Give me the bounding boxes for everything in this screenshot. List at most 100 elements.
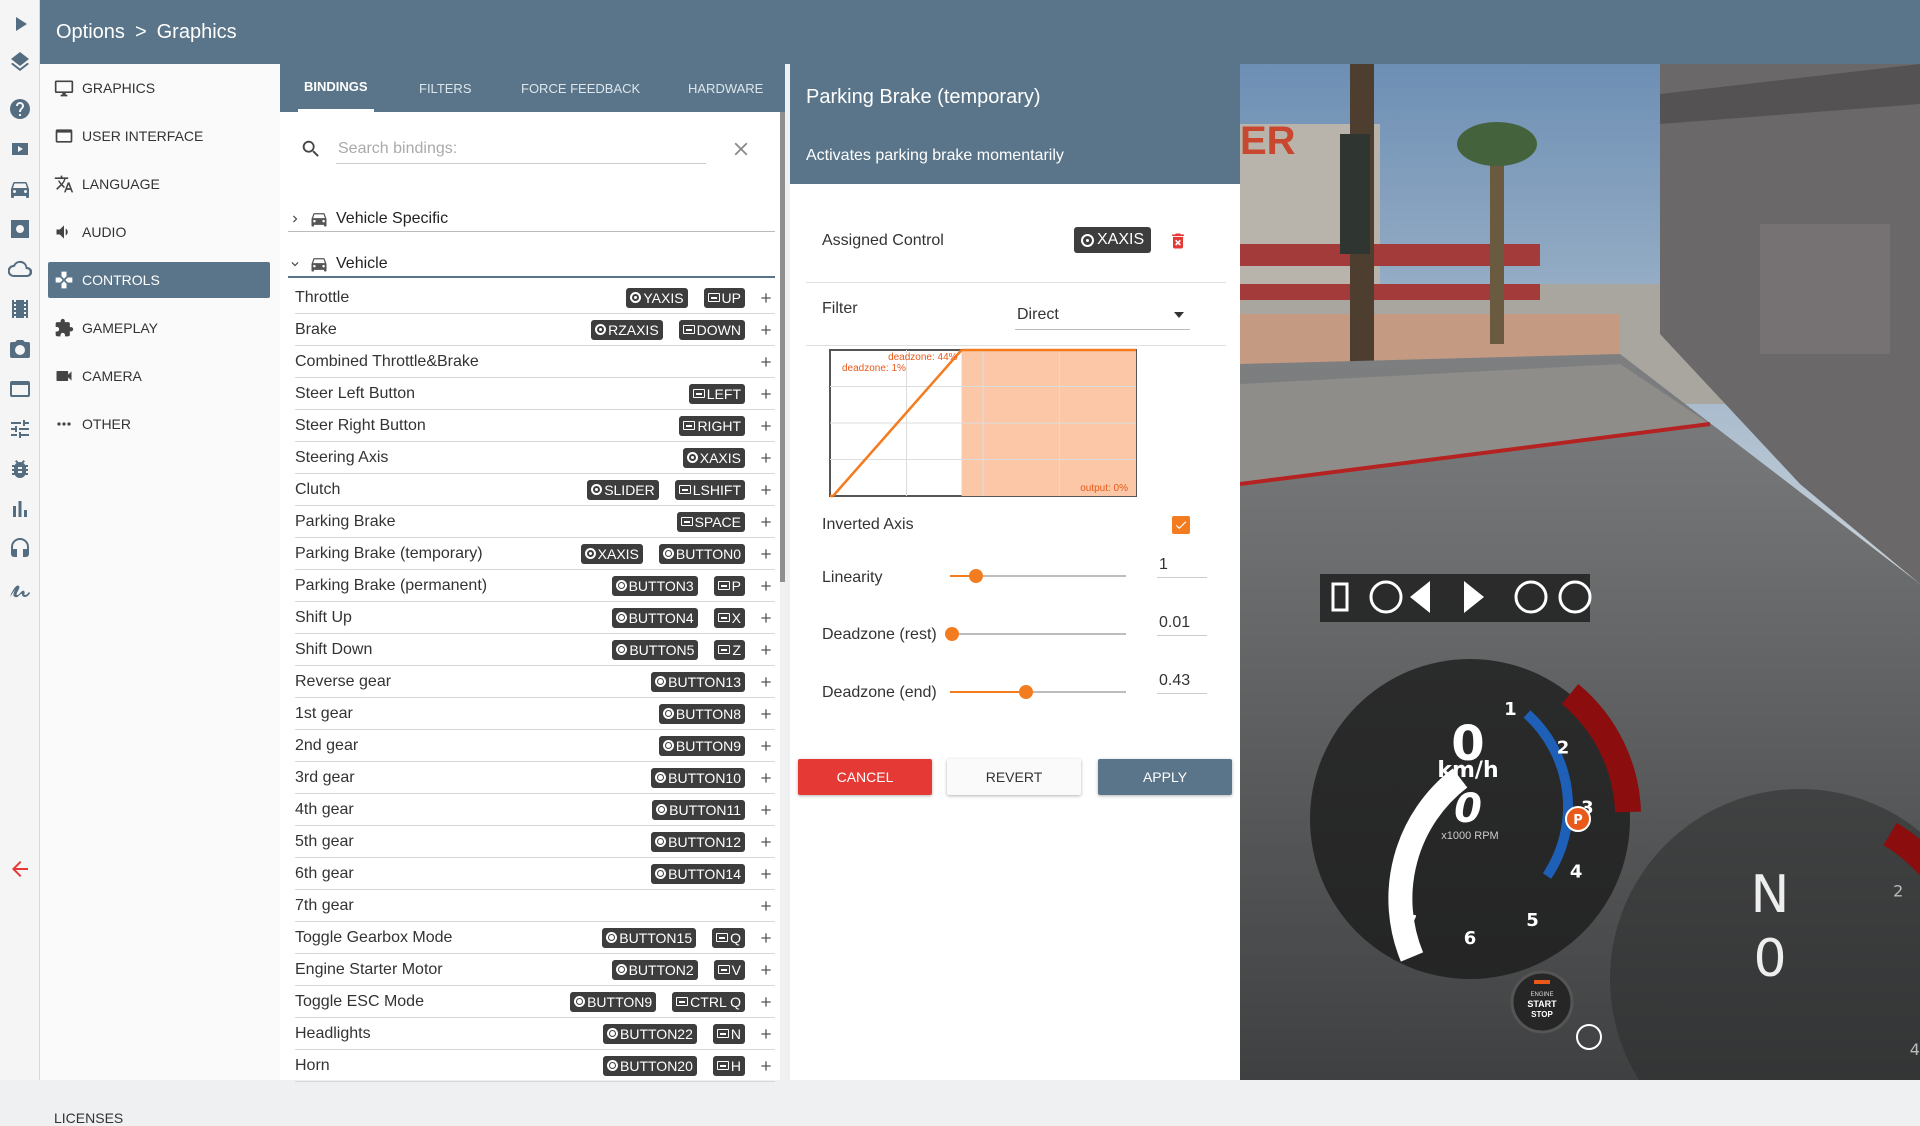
- binding-chip[interactable]: BUTTON12: [651, 831, 745, 852]
- add-binding-icon[interactable]: [757, 289, 775, 307]
- binding-row[interactable]: 7th gear: [295, 890, 775, 922]
- add-binding-icon[interactable]: [757, 417, 775, 435]
- deadzone-rest-slider[interactable]: [945, 624, 1126, 644]
- signature-icon[interactable]: [6, 575, 34, 603]
- filter-select[interactable]: Direct: [1015, 300, 1190, 330]
- add-binding-icon[interactable]: [757, 321, 775, 339]
- window-icon[interactable]: [6, 375, 34, 403]
- binding-row[interactable]: Steer Left Button LEFT: [295, 378, 775, 410]
- back-arrow-icon[interactable]: [6, 855, 34, 883]
- binding-row[interactable]: Parking Brake (permanent) BUTTON3 P: [295, 570, 775, 602]
- binding-row[interactable]: 3rd gear BUTTON10: [295, 762, 775, 794]
- binding-chip[interactable]: H: [712, 1055, 745, 1076]
- sliders-icon[interactable]: [6, 415, 34, 443]
- binding-chip[interactable]: BUTTON0: [658, 543, 745, 564]
- add-binding-icon[interactable]: [757, 577, 775, 595]
- tab-force-feedback[interactable]: FORCE FEEDBACK: [515, 64, 646, 112]
- binding-row[interactable]: 4th gear BUTTON11: [295, 794, 775, 826]
- binding-row[interactable]: 5th gear BUTTON12: [295, 826, 775, 858]
- deadzone-rest-value[interactable]: 0.01: [1157, 610, 1207, 636]
- binding-chip[interactable]: V: [713, 959, 745, 980]
- revert-button[interactable]: REVERT: [947, 759, 1081, 795]
- binding-row[interactable]: 6th gear BUTTON14: [295, 858, 775, 890]
- binding-row[interactable]: Engine Starter Motor BUTTON2 V: [295, 954, 775, 986]
- deadzone-end-value[interactable]: 0.43: [1157, 668, 1207, 694]
- binding-row[interactable]: Toggle ESC Mode BUTTON9 CTRL Q: [295, 986, 775, 1018]
- binding-chip[interactable]: BUTTON20: [603, 1055, 697, 1076]
- add-binding-icon[interactable]: [757, 545, 775, 563]
- binding-chip[interactable]: BUTTON4: [611, 607, 698, 628]
- binding-chip[interactable]: XAXIS: [580, 543, 643, 564]
- binding-row[interactable]: Clutch SLIDER LSHIFT: [295, 474, 775, 506]
- binding-chip[interactable]: BUTTON15: [602, 927, 697, 948]
- tab-filters[interactable]: FILTERS: [413, 64, 478, 112]
- add-binding-icon[interactable]: [757, 1025, 775, 1043]
- binding-chip[interactable]: XAXIS: [682, 447, 745, 468]
- binding-chip[interactable]: CTRL Q: [672, 991, 745, 1012]
- cancel-button[interactable]: CANCEL: [798, 759, 932, 795]
- add-binding-icon[interactable]: [757, 801, 775, 819]
- binding-row[interactable]: Steer Right Button RIGHT: [295, 410, 775, 442]
- binding-chip[interactable]: P: [713, 575, 745, 596]
- add-binding-icon[interactable]: [757, 705, 775, 723]
- binding-row[interactable]: Parking Brake (temporary) XAXIS BUTTON0: [295, 538, 775, 570]
- help-icon[interactable]: [6, 95, 34, 123]
- binding-chip[interactable]: BUTTON2: [611, 959, 698, 980]
- binding-chip[interactable]: X: [713, 607, 745, 628]
- binding-row[interactable]: Combined Throttle&Brake: [295, 346, 775, 378]
- group-vehicle[interactable]: Vehicle: [288, 252, 775, 278]
- binding-chip[interactable]: BUTTON22: [603, 1023, 697, 1044]
- nav-item-audio[interactable]: AUDIO: [48, 214, 270, 250]
- nav-item-controls[interactable]: CONTROLS: [48, 262, 270, 298]
- binding-chip[interactable]: Z: [714, 639, 745, 660]
- binding-row[interactable]: 1st gear BUTTON8: [295, 698, 775, 730]
- binding-chip[interactable]: SLIDER: [587, 479, 659, 500]
- film-icon[interactable]: [6, 295, 34, 323]
- binding-chip[interactable]: RZAXIS: [591, 319, 663, 340]
- binding-row[interactable]: Reverse gear BUTTON13: [295, 666, 775, 698]
- video-icon[interactable]: [6, 135, 34, 163]
- binding-chip[interactable]: BUTTON13: [651, 671, 745, 692]
- binding-chip[interactable]: RIGHT: [679, 415, 745, 436]
- linearity-value[interactable]: 1: [1157, 552, 1207, 578]
- add-binding-icon[interactable]: [757, 1057, 775, 1075]
- add-binding-icon[interactable]: [757, 737, 775, 755]
- binding-row[interactable]: Toggle Gearbox Mode BUTTON15 Q: [295, 922, 775, 954]
- add-binding-icon[interactable]: [757, 833, 775, 851]
- add-binding-icon[interactable]: [757, 961, 775, 979]
- binding-chip[interactable]: BUTTON5: [612, 639, 699, 660]
- scrollbar-thumb[interactable]: [780, 112, 785, 582]
- headphones-icon[interactable]: [6, 535, 34, 563]
- assigned-control-chip[interactable]: XAXIS: [1074, 227, 1152, 253]
- tab-hardware[interactable]: HARDWARE: [682, 64, 769, 112]
- add-binding-icon[interactable]: [757, 993, 775, 1011]
- tab-bindings[interactable]: BINDINGS: [298, 64, 374, 112]
- add-binding-icon[interactable]: [757, 353, 775, 371]
- camera-icon[interactable]: [6, 335, 34, 363]
- slider-knob[interactable]: [1019, 685, 1033, 699]
- binding-chip[interactable]: LSHIFT: [674, 479, 745, 500]
- add-binding-icon[interactable]: [757, 481, 775, 499]
- binding-row[interactable]: Shift Down BUTTON5 Z: [295, 634, 775, 666]
- binding-chip[interactable]: UP: [703, 287, 745, 308]
- nav-item-other[interactable]: OTHER: [48, 406, 270, 442]
- add-binding-icon[interactable]: [757, 865, 775, 883]
- cloud-icon[interactable]: [6, 255, 34, 283]
- binding-chip[interactable]: BUTTON8: [658, 703, 745, 724]
- binding-chip[interactable]: BUTTON11: [652, 799, 745, 820]
- add-binding-icon[interactable]: [757, 897, 775, 915]
- clear-search-icon[interactable]: [730, 138, 752, 160]
- apply-button[interactable]: APPLY: [1098, 759, 1232, 795]
- add-binding-icon[interactable]: [757, 609, 775, 627]
- slider-knob[interactable]: [969, 569, 983, 583]
- binding-row[interactable]: 2nd gear BUTTON9: [295, 730, 775, 762]
- nav-item-camera[interactable]: CAMERA: [48, 358, 270, 394]
- binding-chip[interactable]: N: [712, 1023, 745, 1044]
- binding-row[interactable]: Shift Up BUTTON4 X: [295, 602, 775, 634]
- binding-chip[interactable]: Q: [712, 927, 745, 948]
- binding-chip[interactable]: BUTTON9: [658, 735, 745, 756]
- nav-item-language[interactable]: LANGUAGE: [48, 166, 270, 202]
- linearity-slider[interactable]: [950, 566, 1126, 586]
- binding-chip[interactable]: BUTTON14: [651, 863, 745, 884]
- binding-chip[interactable]: BUTTON9: [570, 991, 657, 1012]
